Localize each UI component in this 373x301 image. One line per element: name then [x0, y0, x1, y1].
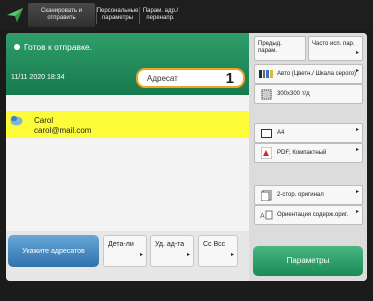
main-panel: Готов к отправке. 11/11 2020 18:34 Адрес… [6, 33, 367, 281]
status-indicator-icon [14, 44, 20, 50]
favorite-settings-button[interactable]: Часто исп. пар. ▸ [308, 36, 363, 61]
details-label: Дета-ли [108, 241, 134, 248]
color-mode-icon [255, 69, 277, 79]
status-label: Готов к отправке. [24, 42, 92, 52]
cc-bcc-button[interactable]: Cc Bcc ▸ [198, 235, 238, 267]
destination-list: Carol carol@mail.com [6, 95, 249, 231]
previous-settings-button[interactable]: Предыд. парам. [254, 36, 306, 61]
chevron-right-icon: ▸ [355, 68, 359, 74]
file-format-value: PDF; Компактный [277, 149, 327, 156]
svg-text:A: A [260, 213, 265, 220]
chevron-right-icon: ▸ [230, 252, 234, 258]
chevron-right-icon: ▸ [355, 50, 359, 56]
delete-destination-label: Уд. ад-та [155, 241, 185, 248]
resolution-setting[interactable]: 300x300 т/д [254, 84, 363, 104]
destination-email: carol@mail.com [34, 126, 92, 135]
scan-size-setting[interactable]: A4 ▸ [254, 123, 363, 143]
orientation-icon: A [255, 210, 277, 220]
cc-bcc-label: Cc Bcc [203, 241, 226, 248]
specify-destinations-button[interactable]: Укажите адресатов [8, 235, 99, 267]
chevron-right-icon: ▸ [355, 189, 359, 195]
settings-column: Предыд. парам. Часто исп. пар. ▸ Авто (Ц… [249, 33, 367, 281]
duplex-original-label: 2-стор. оригинал [277, 191, 324, 198]
destination-actions: Укажите адресатов Дета-ли ▸ Уд. ад-та ▸ … [6, 231, 249, 281]
paper-size-icon [255, 128, 277, 138]
tab-address-forwarding[interactable]: Парам. адр./перенапр. [140, 3, 181, 27]
duplex-original-setting[interactable]: 2-стор. оригинал ▸ [254, 185, 363, 205]
scan-size-value: A4 [277, 129, 285, 136]
chevron-right-icon: ▸ [139, 252, 143, 258]
details-button[interactable]: Дета-ли ▸ [103, 235, 147, 267]
resolution-icon [255, 88, 277, 100]
color-mode-value: Авто (Цветн./ Шкала серого) [277, 70, 356, 77]
duplex-icon [255, 189, 277, 201]
top-bar: Сканировать и отправить Персональные пар… [0, 0, 373, 30]
color-mode-setting[interactable]: Авто (Цветн./ Шкала серого) ▸ [254, 64, 363, 84]
favorite-settings-label: Часто исп. пар. [312, 41, 355, 47]
chevron-right-icon: ▸ [355, 209, 359, 215]
addressee-counter[interactable]: Адресат 1 [136, 68, 245, 88]
resolution-value: 300x300 т/д [277, 90, 310, 97]
chevron-right-icon: ▸ [355, 127, 359, 133]
destination-name: Carol [34, 116, 54, 125]
addressee-label: Адресат [147, 73, 178, 83]
date-time: 11/11 2020 18:34 [11, 74, 65, 81]
destination-row[interactable]: Carol carol@mail.com [6, 111, 249, 138]
tab-scan-and-send[interactable]: Сканировать и отправить [28, 3, 95, 27]
chevron-right-icon: ▸ [186, 252, 190, 258]
email-contact-icon [10, 115, 23, 126]
orientation-label: Ориентация содерж.ориг. [277, 211, 349, 218]
options-button[interactable]: Параметры [253, 246, 363, 276]
file-format-setting[interactable]: PDF; Компактный ▸ [254, 143, 363, 163]
send-icon [7, 8, 23, 22]
status-bar: Готов к отправке. 11/11 2020 18:34 Адрес… [6, 33, 249, 95]
chevron-right-icon: ▸ [355, 147, 359, 153]
pdf-icon [255, 147, 277, 159]
addressee-count: 1 [225, 69, 234, 87]
orientation-setting[interactable]: A Ориентация содерж.ориг. ▸ [254, 205, 363, 225]
status-message: Готов к отправке. [14, 42, 92, 52]
delete-destination-button[interactable]: Уд. ад-та ▸ [150, 235, 194, 267]
tab-personal-settings[interactable]: Персональные параметры [97, 3, 139, 27]
